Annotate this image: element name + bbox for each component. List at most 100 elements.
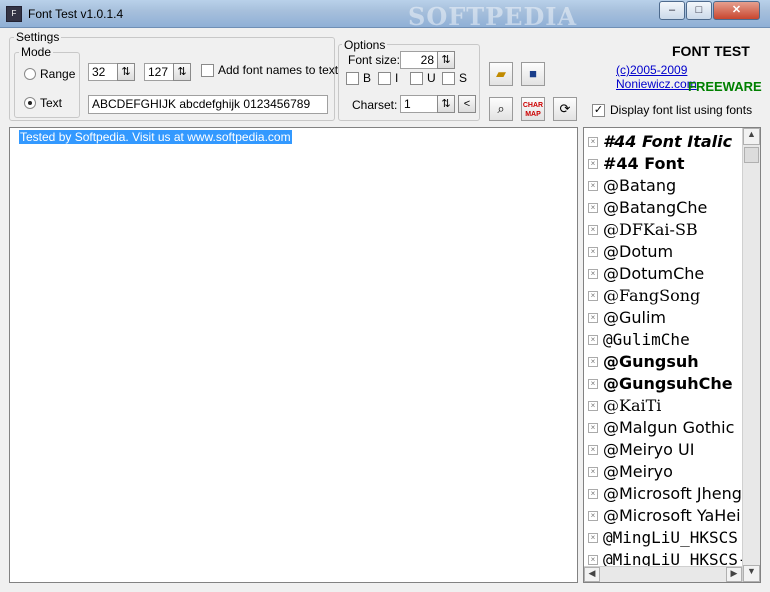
font-name: @KaiTi [603, 396, 662, 415]
font-name: @Gungsuh [603, 352, 699, 371]
close-button[interactable]: ✕ [713, 1, 760, 20]
strikeout-checkbox[interactable] [442, 72, 455, 85]
font-list-item[interactable]: × @Meiryo UI [584, 439, 742, 461]
font-list-item[interactable]: × @GungsuhChe [584, 373, 742, 395]
font-list-item[interactable]: × @Batang [584, 175, 742, 197]
font-type-icon: × [588, 291, 598, 301]
font-list-item[interactable]: × @Gulim [584, 307, 742, 329]
range-to-field[interactable]: 127 [144, 63, 174, 81]
font-type-icon: × [588, 401, 598, 411]
font-type-icon: × [588, 225, 598, 235]
font-type-icon: × [588, 203, 598, 213]
font-type-icon: × [588, 181, 598, 191]
font-type-icon: × [588, 247, 598, 257]
font-name: @MingLiU_HKSCS [603, 528, 738, 547]
font-type-icon: × [588, 379, 598, 389]
app-name: FONT TEST [672, 43, 750, 59]
font-size-spinner[interactable]: ⇅ [437, 51, 455, 69]
font-size-label: Font size: [348, 53, 401, 67]
font-name: @FangSong [603, 286, 701, 305]
scroll-down-icon[interactable]: ▼ [743, 565, 760, 582]
font-name: @Meiryo UI [603, 440, 695, 459]
char-map-icon[interactable]: CHAR MAP [521, 97, 545, 121]
display-fonts-checkbox[interactable]: ✓ [592, 104, 605, 117]
add-font-names-checkbox[interactable] [201, 64, 214, 77]
scroll-thumb[interactable] [744, 147, 759, 163]
settings-label: Settings [14, 30, 62, 44]
charset-field[interactable]: 1 [400, 95, 438, 113]
font-list-item[interactable]: × #44 Font [584, 153, 742, 175]
font-name: #44 Font Italic [603, 132, 733, 151]
font-list-item[interactable]: × @FangSong [584, 285, 742, 307]
font-list-item[interactable]: × @Dotum [584, 241, 742, 263]
font-type-icon: × [588, 511, 598, 521]
font-name: @Microsoft YaHei [603, 506, 741, 525]
font-list-item[interactable]: × @DotumChe [584, 263, 742, 285]
font-type-icon: × [588, 489, 598, 499]
floppy-save-icon[interactable]: ■ [521, 62, 545, 86]
bold-checkbox[interactable] [346, 72, 359, 85]
italic-checkbox[interactable] [378, 72, 391, 85]
font-name: @Dotum [603, 242, 674, 261]
range-to-spinner[interactable]: ⇅ [173, 63, 191, 81]
font-list-item[interactable]: × @DFKai-SB [584, 219, 742, 241]
font-name: @Gulim [603, 308, 667, 327]
freeware-label: FREEWARE [688, 79, 762, 94]
font-name: @DFKai-SB [603, 220, 698, 239]
font-name: @Meiryo [603, 462, 673, 481]
preview-text-area[interactable] [9, 127, 578, 583]
font-name: @Microsoft JhengHei [603, 484, 742, 503]
charset-select-button[interactable]: < [458, 95, 476, 113]
font-list-item[interactable]: × @BatangChe [584, 197, 742, 219]
scroll-right-icon[interactable]: ▶ [726, 567, 742, 582]
sample-text-input[interactable]: ABCDEFGHIJK abcdefghijk 0123456789 [88, 95, 328, 114]
font-type-icon: × [588, 533, 598, 543]
font-size-field[interactable]: 28 [400, 51, 438, 69]
app-icon[interactable]: F [6, 6, 22, 22]
font-list-item[interactable]: × @Meiryo [584, 461, 742, 483]
strikeout-label: S [459, 71, 468, 85]
font-list-item[interactable]: × @GulimChe [584, 329, 742, 351]
italic-label: I [395, 71, 399, 85]
charset-label: Charset: [352, 98, 398, 112]
range-from-field[interactable]: 32 [88, 63, 118, 81]
underline-label: U [427, 71, 436, 85]
font-type-icon: × [588, 335, 598, 345]
display-fonts-label: Display font list using fonts [610, 103, 753, 117]
font-list-item[interactable]: × @Gungsuh [584, 351, 742, 373]
bold-label: B [363, 71, 372, 85]
font-type-icon: × [588, 269, 598, 279]
refresh-icon[interactable]: ⟳ [553, 97, 577, 121]
folder-open-icon[interactable]: ▰ [489, 62, 513, 86]
range-from-spinner[interactable]: ⇅ [117, 63, 135, 81]
font-list-vertical-scrollbar[interactable]: ▲ ▼ [742, 128, 760, 582]
font-type-icon: × [588, 313, 598, 323]
font-list-item[interactable]: × @MingLiU_HKSCS [584, 527, 742, 549]
charset-spinner[interactable]: ⇅ [437, 95, 455, 113]
range-radio[interactable] [24, 68, 36, 80]
font-list-item[interactable]: × #44 Font Italic [584, 131, 742, 153]
add-font-names-label: Add font names to text [218, 63, 339, 77]
scroll-left-icon[interactable]: ◀ [584, 567, 600, 582]
font-name: #44 Font [603, 154, 685, 173]
maximize-button[interactable]: □ [686, 1, 712, 20]
font-name: @BatangChe [603, 198, 708, 217]
scroll-up-icon[interactable]: ▲ [743, 128, 760, 145]
font-list[interactable]: × #44 Font Italic × #44 Font × @Batang × @Batan… [583, 127, 761, 583]
font-type-icon: × [588, 467, 598, 477]
font-list-item[interactable]: × @Malgun Gothic [584, 417, 742, 439]
font-type-icon: × [588, 137, 598, 147]
text-radio[interactable] [24, 97, 36, 109]
font-list-item[interactable]: × @Microsoft JhengHei [584, 483, 742, 505]
options-label: Options [342, 38, 388, 52]
range-radio-label: Range [40, 67, 76, 81]
font-name: @GungsuhChe [603, 374, 733, 393]
print-preview-icon[interactable]: ⌕ [489, 97, 513, 121]
minimize-button[interactable]: – [659, 1, 685, 20]
font-name: @Malgun Gothic [603, 418, 735, 437]
font-list-item[interactable]: × @KaiTi [584, 395, 742, 417]
font-list-horizontal-scrollbar[interactable]: ◀ ▶ [584, 566, 742, 582]
font-type-icon: × [588, 445, 598, 455]
font-list-item[interactable]: × @Microsoft YaHei [584, 505, 742, 527]
underline-checkbox[interactable] [410, 72, 423, 85]
